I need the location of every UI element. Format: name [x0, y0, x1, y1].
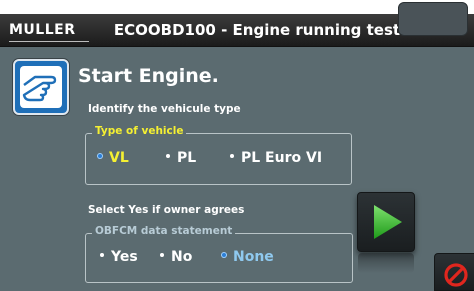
- radio-dot: [222, 253, 226, 257]
- obfcm-legend: OBFCM data statement: [92, 225, 236, 237]
- radio-yes[interactable]: Yes: [100, 249, 138, 265]
- radio-dot: [230, 154, 234, 158]
- play-icon: [374, 205, 402, 239]
- vehicle-type-legend: Type of vehicle: [92, 125, 187, 137]
- radio-no[interactable]: No: [160, 249, 192, 265]
- vehicle-type-group: Type of vehicle VL PL PL Euro VI: [85, 125, 352, 185]
- obfcm-group: OBFCM data statement Yes No None: [85, 225, 353, 283]
- radio-dot: [100, 253, 104, 257]
- pointing-hand-icon: [22, 75, 57, 102]
- radio-pl[interactable]: PL: [166, 150, 196, 166]
- radio-dot: [98, 154, 102, 158]
- owner-agree-prompt: Select Yes if owner agrees: [88, 204, 245, 216]
- step-instruction: Identify the vehicule type: [88, 103, 241, 115]
- radio-vl[interactable]: VL: [98, 150, 129, 166]
- cancel-button[interactable]: [434, 253, 474, 291]
- radio-none[interactable]: None: [222, 249, 274, 265]
- radio-dot: [160, 253, 164, 257]
- step-heading: Start Engine.: [78, 65, 219, 87]
- title-bar: MULLER ECOOBD100 - Engine running test: [0, 2, 474, 47]
- pointing-hand-button[interactable]: [13, 59, 69, 115]
- play-button[interactable]: [357, 192, 415, 273]
- radio-pl-euro-vi[interactable]: PL Euro VI: [230, 150, 322, 166]
- radio-dot: [166, 154, 170, 158]
- cancel-icon: [444, 263, 468, 287]
- corner-button[interactable]: [398, 2, 468, 36]
